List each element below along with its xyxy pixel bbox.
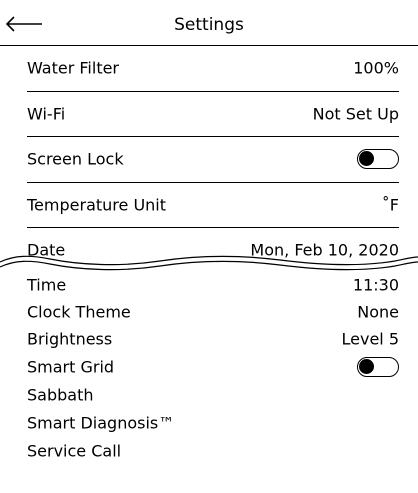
toggle-knob [359, 151, 374, 166]
setting-row-clock-theme[interactable]: Clock Theme None [27, 298, 399, 325]
setting-value: 100% [353, 58, 399, 78]
setting-row-wifi[interactable]: Wi-Fi Not Set Up [27, 92, 399, 136]
section-break-divider [0, 255, 418, 271]
setting-label: Screen Lock [27, 149, 124, 169]
setting-label: Smart Grid [27, 357, 115, 376]
toggle-knob [359, 358, 374, 374]
setting-row-screen-lock[interactable]: Screen Lock [27, 137, 399, 181]
setting-row-temperature-unit[interactable]: Temperature Unit ˚F [27, 183, 399, 227]
setting-label: Temperature Unit [27, 195, 167, 215]
setting-row-time[interactable]: Time 11:30 [27, 271, 399, 298]
page-title: Settings [174, 15, 244, 35]
setting-row-smart-diagnosis[interactable]: Smart Diagnosis™ [27, 409, 399, 436]
setting-value: Not Set Up [312, 104, 399, 124]
header-bar: Settings [0, 0, 418, 46]
setting-label: Smart Diagnosis™ [27, 413, 175, 432]
setting-value: ˚F [381, 195, 399, 215]
setting-value: None [357, 302, 399, 321]
smart-grid-toggle[interactable] [357, 356, 399, 377]
setting-label: Sabbath [27, 385, 94, 404]
setting-row-service-call[interactable]: Service Call [27, 437, 399, 464]
setting-label: Brightness [27, 329, 113, 348]
setting-value: 11:30 [352, 275, 399, 294]
setting-row-water-filter[interactable]: Water Filter 100% [27, 46, 399, 90]
setting-label: Clock Theme [27, 302, 131, 321]
setting-row-brightness[interactable]: Brightness Level 5 [27, 325, 399, 352]
setting-label: Service Call [27, 441, 122, 460]
setting-label: Wi-Fi [27, 104, 66, 124]
setting-row-smart-grid[interactable]: Smart Grid [27, 353, 399, 380]
setting-label: Time [27, 275, 67, 294]
setting-row-sabbath[interactable]: Sabbath [27, 381, 399, 408]
setting-label: Water Filter [27, 58, 120, 78]
screen-lock-toggle[interactable] [357, 149, 399, 169]
setting-value: Level 5 [341, 329, 400, 348]
